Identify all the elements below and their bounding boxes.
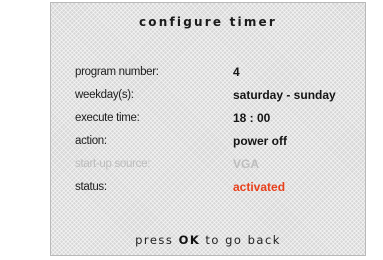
action-label: action: [75,135,107,147]
row-action[interactable]: action: power off [75,130,365,153]
panel-title: configure timer [138,15,277,29]
weekdays-value[interactable]: saturday - sunday [233,84,336,107]
footer-prefix: press [135,233,174,247]
status-label: status: [75,181,107,193]
program-number-label: program number: [75,66,159,78]
ok-key-label: OK [178,233,201,247]
configure-timer-panel: configure timer program number: 4 weekda… [50,2,366,256]
row-weekdays[interactable]: weekday(s): saturday - sunday [75,84,365,107]
action-value[interactable]: power off [233,130,287,153]
footer-hint: press OK to go back [51,233,365,247]
row-program-number[interactable]: program number: 4 [75,61,365,84]
execute-time-label: execute time: [75,112,140,124]
start-up-source-label: start-up source: [75,158,151,170]
program-number-value[interactable]: 4 [233,61,240,84]
weekdays-label: weekday(s): [75,89,134,101]
execute-time-value[interactable]: 18 : 00 [233,107,270,130]
status-value[interactable]: activated [233,176,285,199]
row-start-up-source: start-up source: VGA [75,153,365,176]
footer-suffix: to go back [205,233,281,247]
row-status[interactable]: status: activated [75,176,365,199]
timer-settings-list: program number: 4 weekday(s): saturday -… [75,61,365,199]
start-up-source-value: VGA [233,157,260,171]
row-execute-time[interactable]: execute time: 18 : 00 [75,107,365,130]
